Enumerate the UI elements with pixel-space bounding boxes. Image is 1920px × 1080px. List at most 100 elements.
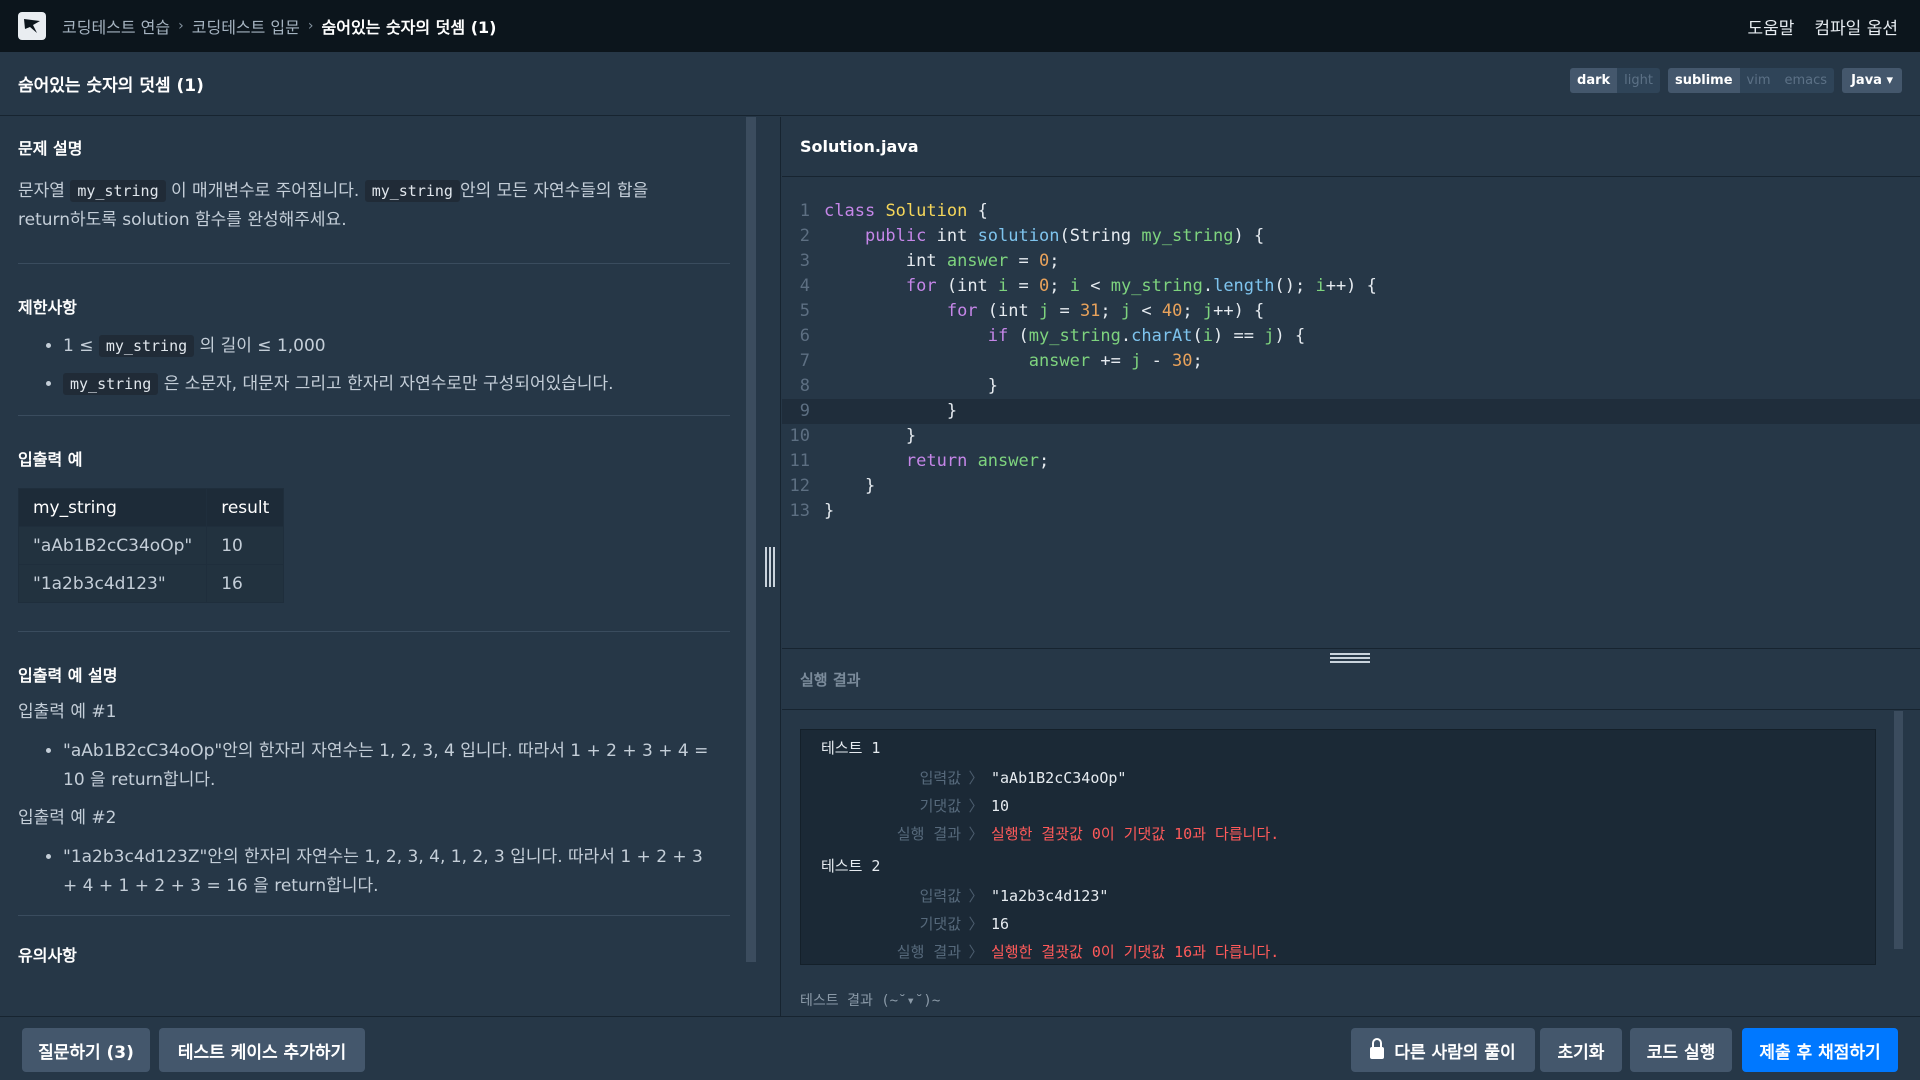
test-row: 입력값 〉 "aAb1B2cC34oOp" — [821, 764, 1875, 792]
problem-scrollbar[interactable] — [746, 117, 756, 962]
arrow-icon: 〉 — [968, 915, 984, 933]
button-label: 코드 실행 — [1646, 1042, 1716, 1063]
code-line: 10 } — [782, 424, 1920, 449]
arrow-icon: 〉 — [968, 943, 984, 961]
result-output: 테스트 1 입력값 〉 "aAb1B2cC34oOp" 기댓값 〉 10 실행 결과 〉 실… — [800, 729, 1876, 965]
breadcrumb-separator: › — [178, 18, 184, 34]
breadcrumb-item[interactable]: 코딩테스트 입문 — [192, 14, 300, 38]
keymap-vim-option[interactable]: vim — [1739, 68, 1778, 93]
programmers-logo-icon[interactable] — [18, 12, 46, 40]
arrow-icon: 〉 — [968, 769, 984, 787]
test-error-message: 실행한 결괏값 0이 기댓값 16과 다릅니다. — [991, 943, 1280, 961]
example-title: 입출력 예 #1 — [18, 702, 117, 722]
test-value: "aAb1B2cC34oOp" — [991, 769, 1127, 787]
section-heading-io-explain: 입출력 예 설명 — [18, 666, 118, 685]
language-label: Java — [1851, 73, 1882, 88]
table-header: my_string — [17, 488, 208, 527]
code-line: 5 for (int j = 31; j < 40; j++) { — [782, 299, 1920, 324]
compile-options-link[interactable]: 컴파일 옵션 — [1814, 14, 1898, 39]
section-heading-constraints: 제한사항 — [18, 298, 77, 317]
keymap-sublime-option[interactable]: sublime — [1667, 68, 1740, 93]
code-area[interactable]: 1 class Solution { 2 public int solution(… — [782, 199, 1920, 524]
line-number: 8 — [799, 376, 810, 396]
line-number: 9 — [799, 401, 810, 421]
line-number: 6 — [799, 326, 810, 346]
theme-light-option[interactable]: light — [1617, 68, 1660, 93]
drag-handle-icon[interactable] — [765, 547, 775, 587]
test-row: 기댓값 〉 10 — [821, 792, 1875, 820]
table-header-row: my_string result — [17, 488, 285, 527]
desc-text: return하도록 solution 함수를 완성해주세요. — [18, 210, 347, 230]
arrow-icon: 〉 — [968, 825, 984, 843]
section-divider — [18, 263, 730, 264]
caret-down-icon: ▾ — [1886, 73, 1893, 88]
breadcrumb-item[interactable]: 코딩테스트 연습 — [62, 14, 170, 38]
line-number: 2 — [799, 226, 810, 246]
line-number: 10 — [789, 426, 810, 446]
reset-button[interactable]: 초기화 — [1540, 1028, 1622, 1072]
test-row: 실행 결과 〉 실행한 결괏값 0이 기댓값 10과 다릅니다. — [821, 820, 1875, 848]
table-row: "aAb1B2cC34oOp" 10 — [17, 526, 285, 565]
line-number: 11 — [789, 451, 810, 471]
section-divider — [18, 915, 730, 916]
table-cell: "1a2b3c4d123" — [17, 564, 208, 603]
ask-question-button[interactable]: 질문하기 (3) — [22, 1028, 150, 1072]
inline-code: my_string — [364, 180, 460, 202]
test-value: 10 — [991, 797, 1010, 815]
code-line-active: 9 } — [782, 399, 1920, 424]
result-scrollbar[interactable] — [1894, 711, 1903, 949]
code-line: 8 } — [782, 374, 1920, 399]
arrow-icon: 〉 — [968, 797, 984, 815]
code-line: 3 int answer = 0; — [782, 249, 1920, 274]
line-number: 13 — [789, 501, 810, 521]
others-solutions-button[interactable]: 다른 사람의 풀이 — [1351, 1028, 1535, 1072]
test-label: 입력값 — [919, 887, 961, 905]
theme-toggle: dark light — [1570, 68, 1660, 93]
theme-dark-option[interactable]: dark — [1570, 68, 1618, 93]
test-label: 기댓값 — [919, 915, 961, 933]
example-title: 입출력 예 #2 — [18, 808, 117, 828]
inline-code: my_string — [70, 180, 166, 202]
table-row: "1a2b3c4d123" 16 — [17, 564, 285, 603]
button-label: 질문하기 (3) — [38, 1042, 134, 1063]
test-value: "1a2b3c4d123" — [991, 887, 1109, 905]
resize-handle-icon[interactable] — [1330, 653, 1370, 663]
desc-text: 안의 모든 자연수들의 합을 — [459, 181, 649, 201]
language-select[interactable]: Java ▾ — [1842, 68, 1902, 93]
example-list: "1a2b3c4d123Z"안의 한자리 자연수는 1, 2, 3, 4, 1,… — [18, 843, 718, 901]
problem-panel[interactable]: 문제 설명 문자열 my_string 이 매개변수로 주어집니다. my_st… — [0, 117, 746, 1016]
help-link[interactable]: 도움말 — [1747, 14, 1794, 39]
keymap-emacs-option[interactable]: emacs — [1777, 68, 1835, 93]
code-line: 7 answer += j - 30; — [782, 349, 1920, 374]
button-label: 초기화 — [1557, 1042, 1605, 1063]
list-item: "aAb1B2cC34oOp"안의 한자리 자연수는 1, 2, 3, 4 입니… — [63, 737, 718, 795]
line-number: 5 — [799, 301, 810, 321]
inline-code: my_string — [63, 373, 159, 395]
code-editor[interactable]: Solution.java 1 class Solution { 2 public… — [782, 117, 1920, 647]
desc-text: 문자열 — [18, 181, 65, 201]
section-divider — [18, 415, 730, 416]
test-label: 실행 결과 — [896, 825, 961, 843]
add-test-case-button[interactable]: 테스트 케이스 추가하기 — [159, 1028, 365, 1072]
result-heading: 실행 결과 — [800, 670, 861, 689]
section-heading-io: 입출력 예 — [18, 450, 83, 469]
code-line: 6 if (my_string.charAt(i) == j) { — [782, 324, 1920, 349]
line-number: 12 — [789, 476, 810, 496]
code-line: 4 for (int i = 0; i < my_string.length()… — [782, 274, 1920, 299]
title-bar: 숨어있는 숫자의 덧셈 (1) dark light sublime vim e… — [0, 52, 1920, 116]
line-number: 1 — [799, 201, 810, 221]
test-row: 기댓값 〉 16 — [821, 910, 1875, 938]
submit-button[interactable]: 제출 후 채점하기 — [1742, 1028, 1898, 1072]
test-title: 테스트 1 — [821, 739, 881, 757]
list-item: "1a2b3c4d123Z"안의 한자리 자연수는 1, 2, 3, 4, 1,… — [63, 843, 718, 901]
section-heading-description: 문제 설명 — [18, 139, 83, 158]
filename: Solution.java — [800, 137, 919, 156]
table-cell: 10 — [206, 526, 285, 565]
panel-splitter[interactable] — [757, 117, 781, 1016]
run-code-button[interactable]: 코드 실행 — [1630, 1028, 1732, 1072]
top-nav: 코딩테스트 연습 › 코딩테스트 입문 › 숨어있는 숫자의 덧셈 (1) 도움… — [0, 0, 1920, 52]
button-label: 테스트 케이스 추가하기 — [177, 1042, 347, 1063]
line-number: 7 — [799, 351, 810, 371]
code-line: 12 } — [782, 474, 1920, 499]
list-item: my_string 은 소문자, 대문자 그리고 한자리 자연수로만 구성되어있… — [63, 370, 746, 399]
